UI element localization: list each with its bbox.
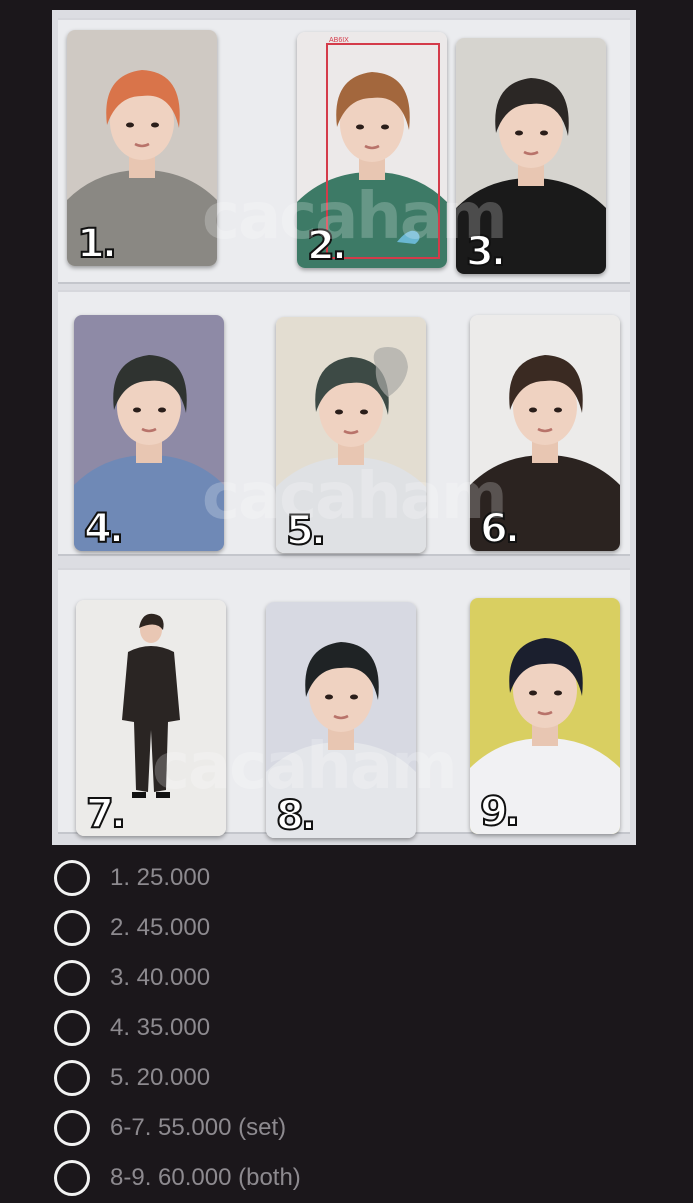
radio-circle-icon[interactable]: [54, 1110, 90, 1146]
option-label: 2. 45.000: [110, 914, 211, 941]
photocard-number: 4.: [83, 506, 125, 551]
photocard-7: 7.: [76, 600, 226, 836]
radio-circle-icon[interactable]: [54, 1160, 90, 1196]
photocard-number: 9.: [479, 789, 521, 834]
option-label: 3. 40.000: [110, 964, 211, 991]
price-options-list: 1. 25.000 2. 45.000 3. 40.000 4. 35.000 …: [52, 853, 652, 1203]
option-label: 4. 35.000: [110, 1014, 211, 1041]
radio-circle-icon[interactable]: [54, 1010, 90, 1046]
photocard-number: 8.: [275, 793, 317, 838]
photocard-2: AB6IX 2.: [297, 32, 447, 268]
photocard-number: 1.: [76, 221, 118, 266]
option-4[interactable]: 4. 35.000: [52, 1003, 652, 1053]
photocard-3: 3.: [456, 38, 606, 274]
photocard-number: 6.: [479, 506, 521, 551]
radio-circle-icon[interactable]: [54, 1060, 90, 1096]
option-label: 6-7. 55.000 (set): [110, 1114, 287, 1141]
option-8-9[interactable]: 8-9. 60.000 (both): [52, 1153, 652, 1203]
photocard-8: 8.: [266, 602, 416, 838]
radio-circle-icon[interactable]: [54, 860, 90, 896]
option-1[interactable]: 1. 25.000: [52, 853, 652, 903]
option-label: 1. 25.000: [110, 864, 211, 891]
photocard-4: 4.: [74, 315, 224, 551]
option-label: 8-9. 60.000 (both): [110, 1164, 301, 1191]
photocard-number: 3.: [465, 229, 507, 274]
photocard-number: 2.: [306, 223, 348, 268]
option-2[interactable]: 2. 45.000: [52, 903, 652, 953]
radio-circle-icon[interactable]: [54, 910, 90, 946]
photocard-number: 7.: [85, 791, 127, 836]
photocard-number: 5.: [285, 508, 327, 553]
photocard-1: 1.: [67, 30, 217, 266]
photocard-9: 9.: [470, 598, 620, 834]
radio-circle-icon[interactable]: [54, 960, 90, 996]
photocard-binder-photo: 1. AB6IX 2. 3. 4. 5. 6. 7. 8. 9. cacaham …: [52, 10, 636, 845]
option-6-7[interactable]: 6-7. 55.000 (set): [52, 1103, 652, 1153]
option-label: 5. 20.000: [110, 1064, 211, 1091]
option-3[interactable]: 3. 40.000: [52, 953, 652, 1003]
option-5[interactable]: 5. 20.000: [52, 1053, 652, 1103]
photocard-5: 5.: [276, 317, 426, 553]
photocard-6: 6.: [470, 315, 620, 551]
svg-text:AB6IX: AB6IX: [329, 37, 349, 44]
